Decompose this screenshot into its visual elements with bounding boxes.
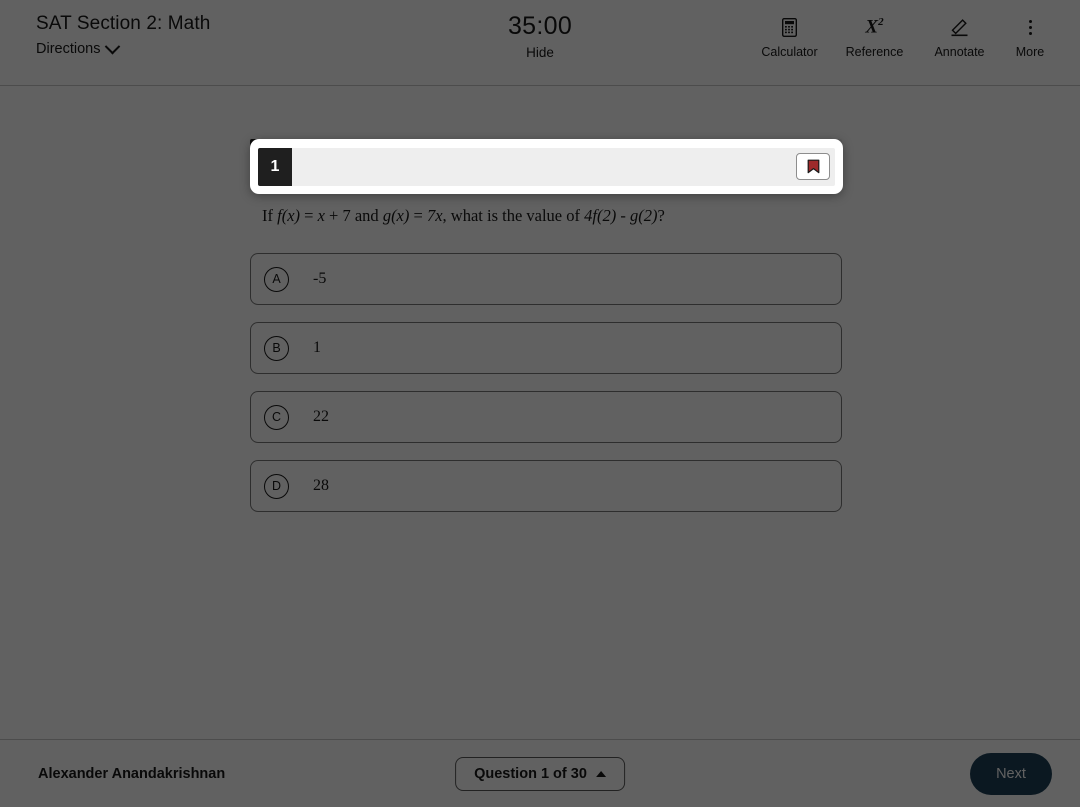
- stem-part-4: =: [409, 206, 427, 225]
- choice-text-d: 28: [313, 477, 329, 495]
- answer-choice-d[interactable]: D 28: [250, 460, 842, 512]
- toolbar-item-reference[interactable]: X2 Reference: [832, 16, 917, 59]
- question-stem: If f(x) = x + 7 and g(x) = 7x, what is t…: [250, 205, 842, 227]
- choice-text-b: 1: [313, 339, 321, 357]
- app-header: SAT Section 2: Math Directions 35:00 Hid…: [0, 0, 1080, 86]
- choice-letter-d: D: [264, 474, 289, 499]
- directions-button[interactable]: Directions: [36, 41, 118, 57]
- question-number-badge-highlighted: 1: [258, 148, 292, 186]
- question-navigator-label: Question 1 of 30: [474, 766, 587, 782]
- question-header-bar-highlighted: 1: [258, 148, 835, 186]
- toolbar-label-annotate: Annotate: [934, 45, 984, 59]
- header-left-group: SAT Section 2: Math Directions: [36, 10, 210, 58]
- app-footer: Alexander Anandakrishnan Question 1 of 3…: [0, 739, 1080, 807]
- calculator-icon: [782, 16, 797, 38]
- x-squared-icon: X2: [865, 16, 883, 38]
- stem-math-4: 7x: [427, 206, 443, 225]
- test-app-shell: SAT Section 2: Math Directions 35:00 Hid…: [0, 0, 1080, 807]
- answer-choice-c[interactable]: C 22: [250, 391, 842, 443]
- choice-text-a: -5: [313, 270, 326, 288]
- stem-part-2: =: [300, 206, 318, 225]
- toolbar-item-more[interactable]: More: [1002, 16, 1058, 59]
- stem-math-5: 4f(2) - g(2): [584, 206, 657, 225]
- page-title: SAT Section 2: Math: [36, 10, 210, 38]
- toolbar-item-calculator[interactable]: Calculator: [747, 16, 832, 59]
- stem-part-5: , what is the value of: [443, 206, 585, 225]
- choice-letter-a: A: [264, 267, 289, 292]
- toolbar: Calculator X2 Reference Annotate: [747, 16, 1058, 59]
- choice-letter-b: B: [264, 336, 289, 361]
- chevron-down-icon: [105, 38, 121, 54]
- choice-text-c: 22: [313, 408, 329, 426]
- student-name: Alexander Anandakrishnan: [38, 766, 225, 782]
- answer-choices: A -5 B 1 C 22 D 28: [250, 253, 842, 512]
- question-header-spotlight-card: 1: [250, 139, 843, 194]
- bookmark-flag-icon: [807, 159, 820, 174]
- toolbar-item-annotate[interactable]: Annotate: [917, 16, 1002, 59]
- stem-part-3: + 7 and: [325, 206, 383, 225]
- next-button[interactable]: Next: [970, 753, 1052, 795]
- choice-letter-c: C: [264, 405, 289, 430]
- toolbar-label-more: More: [1016, 45, 1044, 59]
- toolbar-label-reference: Reference: [846, 45, 904, 59]
- bookmark-button-highlighted[interactable]: [796, 153, 830, 180]
- highlighter-pen-icon: [949, 16, 970, 38]
- stem-math-3: g(x): [383, 206, 410, 225]
- toolbar-label-calculator: Calculator: [761, 45, 817, 59]
- question-panel: 1 If f(x) = x + 7 and g(x) = 7x, what is…: [250, 139, 842, 512]
- answer-choice-b[interactable]: B 1: [250, 322, 842, 374]
- stem-part-1: If: [262, 206, 277, 225]
- hide-timer-button[interactable]: Hide: [526, 45, 554, 60]
- question-navigator-button[interactable]: Question 1 of 30: [455, 757, 625, 791]
- stem-part-6: ?: [657, 206, 664, 225]
- directions-label: Directions: [36, 41, 100, 57]
- stem-math-2: x: [318, 206, 325, 225]
- caret-up-icon: [596, 771, 606, 777]
- answer-choice-a[interactable]: A -5: [250, 253, 842, 305]
- question-header-spacer-highlighted: [292, 148, 796, 186]
- vertical-dots-icon: [1029, 16, 1032, 38]
- stem-math-1: f(x): [277, 206, 300, 225]
